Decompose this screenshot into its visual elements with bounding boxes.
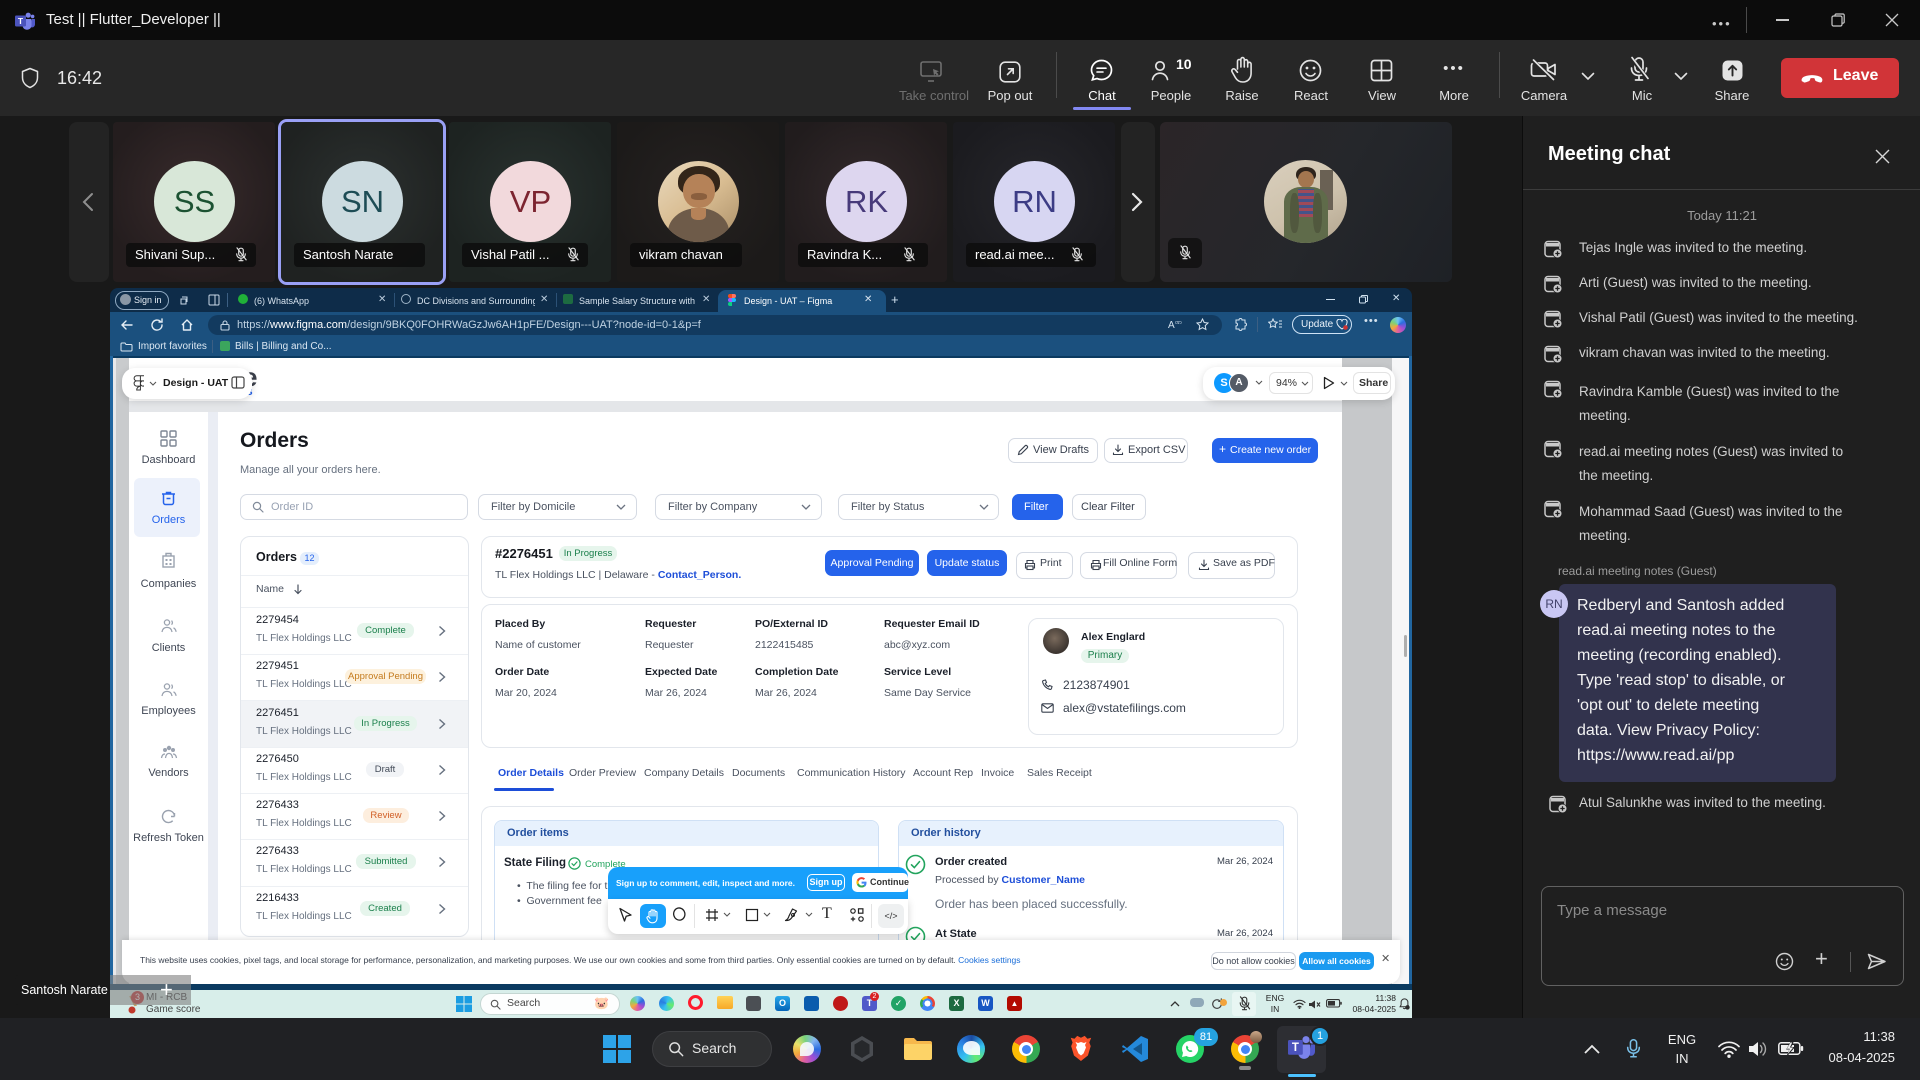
svg-text:T: T bbox=[1292, 1042, 1299, 1054]
svg-text:T: T bbox=[18, 16, 24, 26]
